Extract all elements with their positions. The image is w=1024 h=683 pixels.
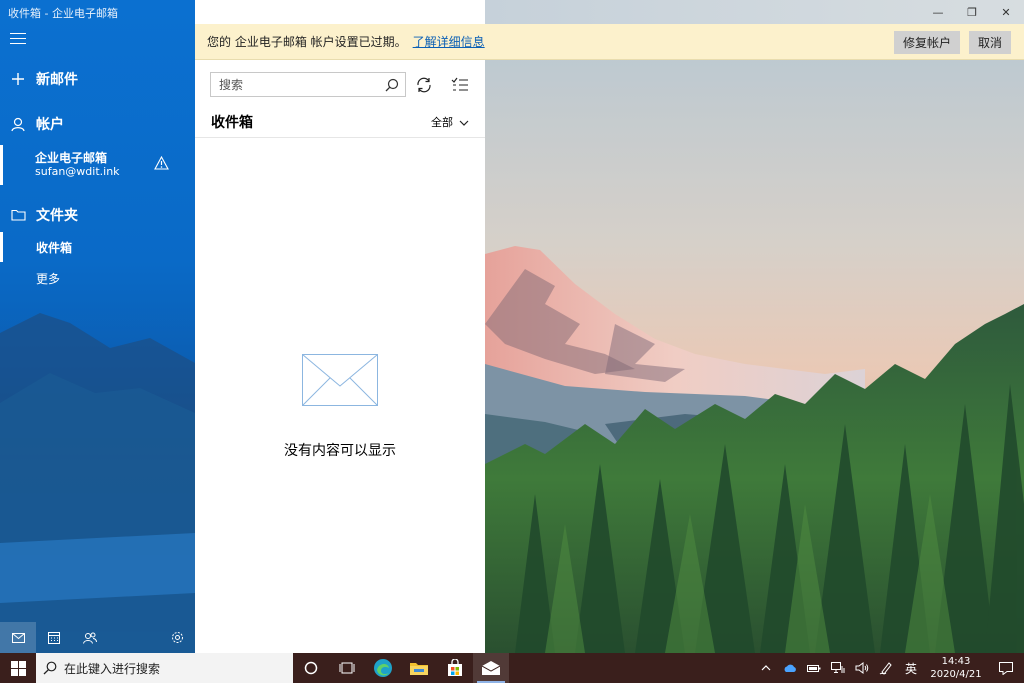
- divider: [195, 137, 485, 138]
- learn-more-link[interactable]: 了解详细信息: [413, 33, 485, 50]
- people-icon[interactable]: [72, 622, 108, 653]
- background-landscape-image: [485, 24, 1024, 653]
- search-input[interactable]: [211, 73, 379, 96]
- folder-label: 收件箱: [36, 240, 73, 255]
- mail-icon[interactable]: [0, 622, 36, 653]
- date-text: 2020/4/21: [930, 669, 982, 680]
- banner-message: 您的 企业电子邮箱 帐户设置已过期。: [207, 35, 407, 49]
- new-mail-button[interactable]: 新邮件: [0, 68, 195, 90]
- folder-more[interactable]: 更多: [0, 263, 195, 293]
- time-text: 14:43: [941, 656, 971, 667]
- network-icon[interactable]: [826, 653, 850, 683]
- plus-icon: [0, 72, 36, 86]
- minimize-button[interactable]: —: [921, 0, 955, 24]
- pen-icon[interactable]: [874, 653, 898, 683]
- edge-browser-icon[interactable]: [365, 653, 401, 683]
- filter-dropdown[interactable]: 全部: [431, 114, 469, 130]
- input-method-indicator[interactable]: 英: [898, 653, 924, 683]
- folder-icon: [0, 209, 36, 221]
- sync-icon[interactable]: [413, 74, 435, 96]
- accounts-header[interactable]: 帐户: [0, 113, 195, 135]
- accounts-label: 帐户: [36, 117, 64, 133]
- navigation-pane: 收件箱 - 企业电子邮箱 新邮件 帐户 企业电子邮箱 sufan@wdit.in…: [0, 0, 195, 653]
- clock[interactable]: 14:43 2020/4/21: [924, 655, 988, 681]
- app-switcher: [0, 622, 195, 653]
- account-warning-banner: 您的 企业电子邮箱 帐户设置已过期。 了解详细信息 修复帐户 取消: [195, 24, 1024, 60]
- folders-label: 文件夹: [36, 208, 78, 224]
- calendar-icon[interactable]: [36, 622, 72, 653]
- taskbar-search-box[interactable]: 在此键入进行搜索: [36, 653, 293, 683]
- account-name: 企业电子邮箱: [35, 151, 108, 165]
- folder-inbox[interactable]: 收件箱: [0, 232, 195, 262]
- warning-icon: [154, 155, 169, 173]
- search-icon[interactable]: [379, 78, 405, 92]
- sidebar-background-image: [0, 313, 195, 653]
- onedrive-icon[interactable]: [778, 653, 802, 683]
- account-item[interactable]: 企业电子邮箱 sufan@wdit.ink: [0, 145, 195, 185]
- search-box[interactable]: [210, 72, 406, 97]
- cancel-button[interactable]: 取消: [969, 31, 1012, 54]
- envelope-icon: [302, 354, 378, 409]
- windows-start-icon[interactable]: [0, 653, 36, 683]
- chevron-up-icon[interactable]: [754, 653, 778, 683]
- cortana-icon[interactable]: [293, 653, 329, 683]
- chevron-down-icon: [459, 116, 469, 129]
- account-email: sufan@wdit.ink: [35, 165, 120, 178]
- folder-title: 收件箱: [211, 115, 253, 131]
- new-mail-label: 新邮件: [36, 72, 78, 88]
- volume-icon[interactable]: [850, 653, 874, 683]
- empty-state-text: 没有内容可以显示: [284, 443, 396, 459]
- taskbar: 在此键入进行搜索 英 14:43 2020/4/21: [0, 653, 1024, 683]
- folders-header[interactable]: 文件夹: [0, 204, 195, 226]
- window-title: 收件箱 - 企业电子邮箱: [8, 7, 118, 20]
- person-icon: [0, 117, 36, 132]
- fix-account-button[interactable]: 修复帐户: [894, 31, 961, 54]
- file-explorer-icon[interactable]: [401, 653, 437, 683]
- folder-label: 更多: [36, 271, 61, 286]
- message-list-pane: 收件箱 全部 没有内容可以显示: [195, 0, 485, 653]
- store-icon[interactable]: [437, 653, 473, 683]
- task-view-icon[interactable]: [329, 653, 365, 683]
- action-center-icon[interactable]: [988, 653, 1024, 683]
- settings-icon[interactable]: [159, 622, 195, 653]
- taskbar-search-placeholder: 在此键入进行搜索: [64, 661, 161, 676]
- title-bar: — ❐ ✕: [485, 0, 1024, 24]
- search-icon: [36, 661, 64, 675]
- selection-mode-icon[interactable]: [449, 74, 471, 96]
- restore-button[interactable]: ❐: [955, 0, 989, 24]
- menu-button[interactable]: [10, 33, 26, 47]
- close-button[interactable]: ✕: [989, 0, 1023, 24]
- mail-app-icon[interactable]: [473, 653, 509, 683]
- filter-label: 全部: [431, 116, 453, 129]
- system-tray: 英 14:43 2020/4/21: [754, 653, 1024, 683]
- battery-icon[interactable]: [802, 653, 826, 683]
- reading-pane: — ❐ ✕: [485, 0, 1024, 653]
